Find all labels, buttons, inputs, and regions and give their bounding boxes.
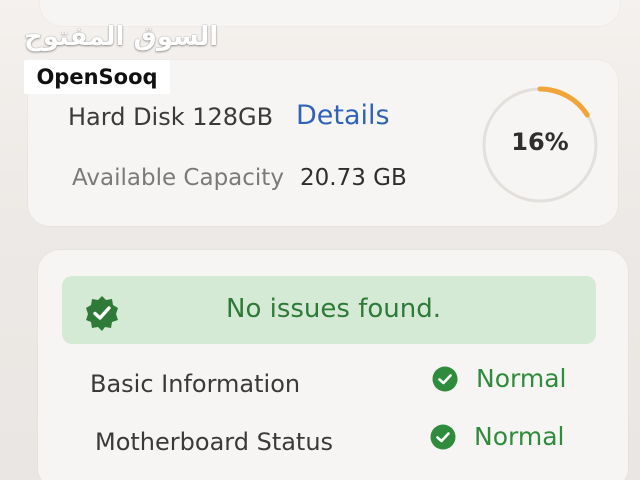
motherboard-status-label: Motherboard Status — [95, 428, 334, 456]
watermark-logo: OpenSooq — [24, 60, 170, 94]
verified-badge-icon — [86, 296, 118, 331]
check-circle-icon — [430, 424, 456, 450]
status-message: No issues found. — [226, 294, 442, 324]
basic-information-status: Normal — [476, 364, 567, 393]
basic-information-label: Basic Information — [90, 370, 301, 398]
capacity-value: 20.73 GB — [300, 165, 407, 191]
watermark-arabic-text: السوق المفتوح — [24, 22, 219, 52]
disk-name: Hard Disk 128GB — [68, 103, 274, 131]
motherboard-status-value: Normal — [474, 422, 565, 451]
usage-percent: 16% — [511, 128, 569, 156]
capacity-label: Available Capacity — [72, 165, 284, 191]
check-circle-icon — [432, 366, 458, 392]
details-link[interactable]: Details — [296, 100, 390, 131]
